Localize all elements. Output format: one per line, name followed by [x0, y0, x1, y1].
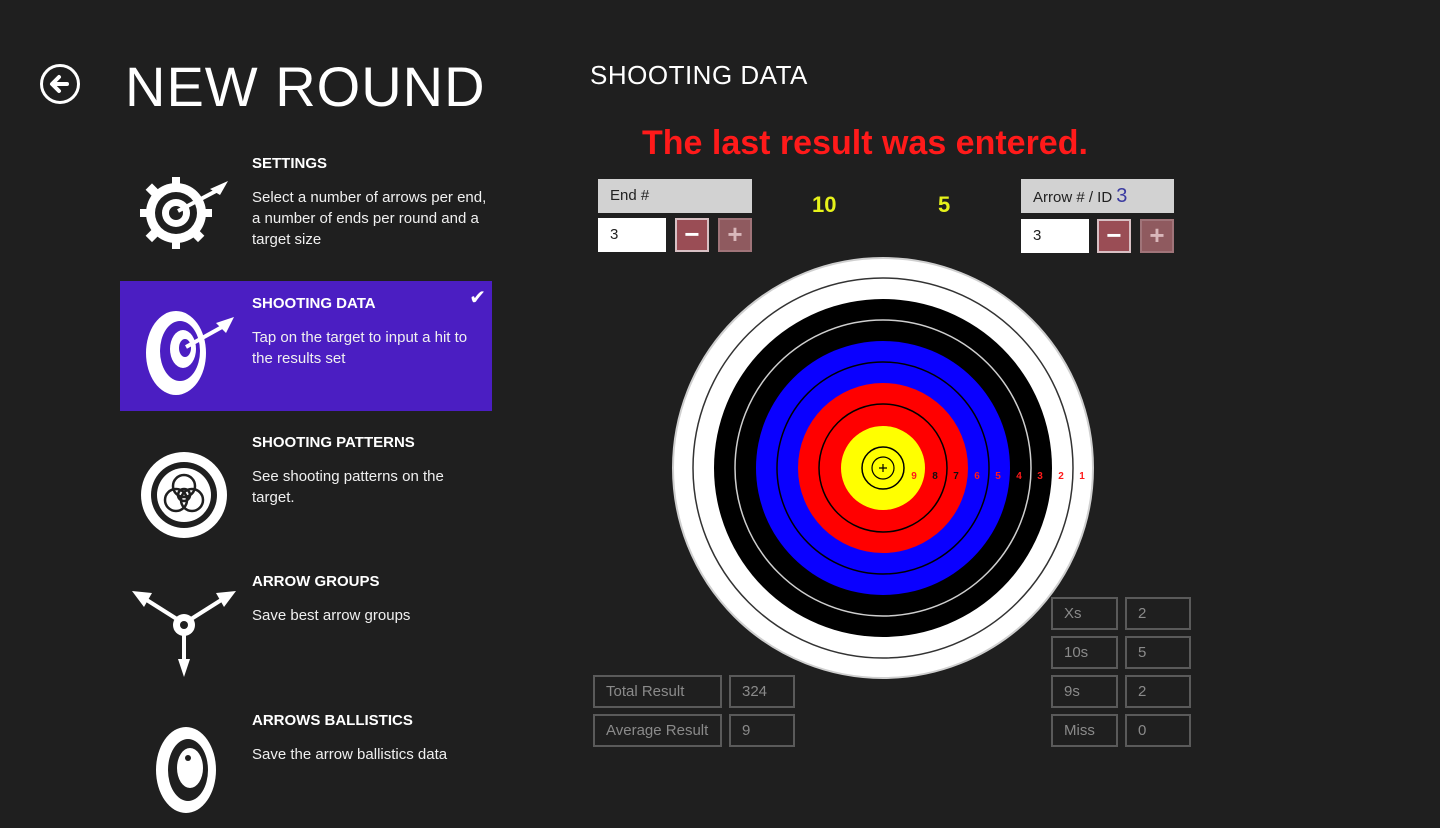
nav-description: Save the arrow ballistics data [252, 746, 448, 763]
ring-label: 1 [1079, 471, 1085, 482]
end-number-label: End # [598, 179, 752, 213]
ring-label: 9 [911, 471, 917, 482]
score-value-2: 5 [938, 192, 951, 217]
nav-item-shooting-data[interactable]: SHOOTING DATA Tap on the target to input… [120, 281, 492, 411]
nav-title: SHOOTING PATTERNS [252, 434, 415, 451]
pattern-target-icon [141, 452, 227, 538]
nav-item-shooting-patterns[interactable]: SHOOTING PATTERNS See shooting patterns … [120, 420, 492, 550]
miss-label: Miss [1051, 714, 1118, 747]
tens-value: 5 [1125, 636, 1191, 669]
xs-label: Xs [1051, 597, 1118, 630]
ring-label: 3 [1037, 471, 1043, 482]
tens-label: 10s [1051, 636, 1118, 669]
checkmark-icon: ✔ [469, 287, 486, 309]
nines-label: 9s [1051, 675, 1118, 708]
nav-description: See shooting patterns on the target. [252, 468, 444, 506]
nav-title: ARROW GROUPS [252, 573, 380, 590]
status-message: The last result was entered. [642, 124, 1088, 162]
nav-item-arrows-ballistics[interactable]: ARROWS BALLISTICS Save the arrow ballist… [120, 698, 492, 828]
average-result-value: 9 [729, 714, 795, 747]
nines-value: 2 [1125, 675, 1191, 708]
total-result-label: Total Result [593, 675, 722, 708]
end-increment-button[interactable]: + [718, 218, 752, 252]
ring-label: 6 [974, 471, 980, 482]
page-title: NEW ROUND [125, 55, 486, 118]
arrow-id-value: 3 [1116, 185, 1128, 207]
ring-label: 2 [1058, 471, 1064, 482]
ballistics-target-icon [156, 727, 216, 813]
arrow-number-input[interactable]: 3 [1021, 219, 1089, 253]
arrow-increment-button[interactable]: + [1140, 219, 1174, 253]
miss-value: 0 [1125, 714, 1191, 747]
nav-item-arrow-groups[interactable]: ARROW GROUPS Save best arrow groups [120, 559, 492, 689]
ring-label: 5 [995, 471, 1001, 482]
average-result-label: Average Result [593, 714, 722, 747]
arrow-id-label-text: Arrow # / ID [1033, 189, 1113, 206]
gear-target-icon [140, 177, 228, 249]
target-arrow-icon [146, 311, 234, 395]
nav-item-settings[interactable]: SETTINGS Select a number of arrows per e… [120, 141, 492, 271]
back-arrow-icon [50, 75, 69, 93]
target-face[interactable]: 9 8 7 6 5 4 3 2 1 [671, 256, 1095, 680]
nav-title: SETTINGS [252, 155, 328, 172]
nav-title: ARROWS BALLISTICS [252, 712, 413, 729]
end-decrement-button[interactable]: − [675, 218, 709, 252]
nav-description: Select a number of arrows per end, a num… [252, 189, 487, 248]
end-number-label-text: End # [610, 187, 650, 204]
nav-description: Save best arrow groups [252, 607, 411, 624]
xs-value: 2 [1125, 597, 1191, 630]
arrow-id-label: Arrow # / ID 3 [1021, 179, 1174, 213]
end-number-input[interactable]: 3 [598, 218, 666, 252]
arrow-group-icon [132, 591, 236, 677]
back-button[interactable] [40, 64, 80, 104]
nav-description: Tap on the target to input a hit to the … [252, 329, 468, 367]
ring-label: 8 [932, 471, 938, 482]
ring-label: 4 [1016, 471, 1022, 482]
ring-label: 7 [953, 471, 959, 482]
nav-title: SHOOTING DATA [252, 295, 376, 312]
total-result-value: 324 [729, 675, 795, 708]
arrow-decrement-button[interactable]: − [1097, 219, 1131, 253]
score-value-1: 10 [812, 192, 837, 217]
section-title: SHOOTING DATA [590, 60, 808, 90]
